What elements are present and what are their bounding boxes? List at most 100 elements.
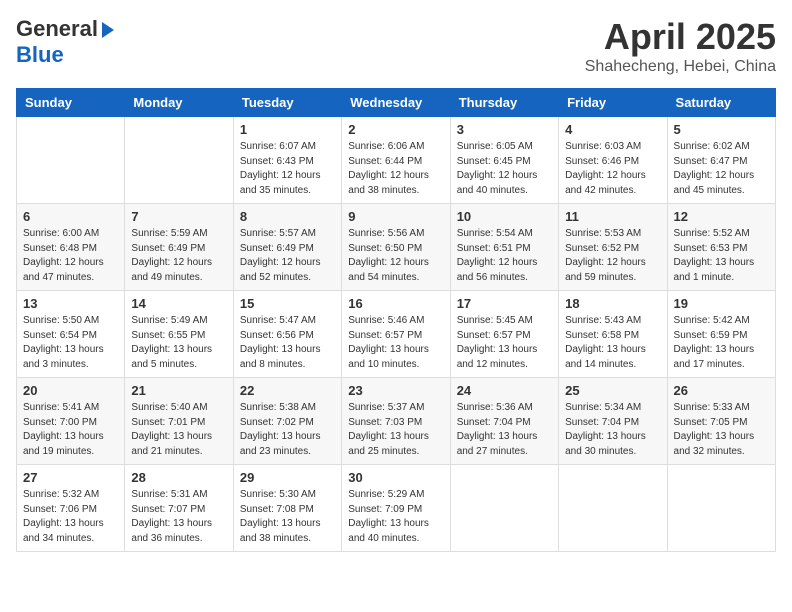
- day-number: 6: [23, 209, 118, 224]
- calendar-cell: [125, 117, 233, 204]
- calendar-cell: 12 Sunrise: 5:52 AM Sunset: 6:53 PM Dayli…: [667, 204, 775, 291]
- day-number: 12: [674, 209, 769, 224]
- day-number: 16: [348, 296, 443, 311]
- weekday-header-thursday: Thursday: [450, 89, 558, 117]
- day-info: Sunrise: 5:47 AM Sunset: 6:56 PM Dayligh…: [240, 314, 335, 372]
- day-info: Sunrise: 6:06 AM Sunset: 6:44 PM Dayligh…: [348, 140, 443, 198]
- day-number: 25: [565, 383, 660, 398]
- weekday-header-saturday: Saturday: [667, 89, 775, 117]
- location-subtitle: Shahecheng, Hebei, China: [585, 58, 776, 76]
- day-number: 17: [457, 296, 552, 311]
- day-number: 9: [348, 209, 443, 224]
- day-number: 20: [23, 383, 118, 398]
- day-info: Sunrise: 5:34 AM Sunset: 7:04 PM Dayligh…: [565, 401, 660, 459]
- calendar-table: SundayMondayTuesdayWednesdayThursdayFrid…: [16, 88, 776, 552]
- day-number: 15: [240, 296, 335, 311]
- day-number: 2: [348, 122, 443, 137]
- week-row-3: 13Sunrise: 5:50 AM Sunset: 6:54 PM Dayli…: [17, 291, 776, 378]
- day-number: 23: [348, 383, 443, 398]
- day-number: 3: [457, 122, 552, 137]
- calendar-cell: 22Sunrise: 5:38 AM Sunset: 7:02 PM Dayli…: [233, 378, 341, 465]
- weekday-header-friday: Friday: [559, 89, 667, 117]
- day-info: Sunrise: 5:42 AM Sunset: 6:59 PM Dayligh…: [674, 314, 769, 372]
- calendar-cell: 11Sunrise: 5:53 AM Sunset: 6:52 PM Dayli…: [559, 204, 667, 291]
- day-number: 1: [240, 122, 335, 137]
- day-number: 26: [674, 383, 769, 398]
- calendar-cell: 8 Sunrise: 5:57 AM Sunset: 6:49 PM Daylig…: [233, 204, 341, 291]
- calendar-cell: 6Sunrise: 6:00 AM Sunset: 6:48 PM Daylig…: [17, 204, 125, 291]
- logo-arrow-icon: [102, 22, 114, 38]
- calendar-cell: 4 Sunrise: 6:03 AM Sunset: 6:46 PM Daylig…: [559, 117, 667, 204]
- day-info: Sunrise: 5:36 AM Sunset: 7:04 PM Dayligh…: [457, 401, 552, 459]
- calendar-cell: 7 Sunrise: 5:59 AM Sunset: 6:49 PM Daylig…: [125, 204, 233, 291]
- calendar-cell: 2 Sunrise: 6:06 AM Sunset: 6:44 PM Daylig…: [342, 117, 450, 204]
- day-number: 7: [131, 209, 226, 224]
- calendar-cell: 30 Sunrise: 5:29 AM Sunset: 7:09 PM Dayli…: [342, 465, 450, 552]
- calendar-cell: 16Sunrise: 5:46 AM Sunset: 6:57 PM Dayli…: [342, 291, 450, 378]
- week-row-4: 20 Sunrise: 5:41 AM Sunset: 7:00 PM Dayli…: [17, 378, 776, 465]
- day-info: Sunrise: 5:45 AM Sunset: 6:57 PM Dayligh…: [457, 314, 552, 372]
- day-info: Sunrise: 5:33 AM Sunset: 7:05 PM Dayligh…: [674, 401, 769, 459]
- week-row-2: 6Sunrise: 6:00 AM Sunset: 6:48 PM Daylig…: [17, 204, 776, 291]
- calendar-cell: 15 Sunrise: 5:47 AM Sunset: 6:56 PM Dayli…: [233, 291, 341, 378]
- week-row-5: 27 Sunrise: 5:32 AM Sunset: 7:06 PM Dayli…: [17, 465, 776, 552]
- calendar-cell: 21Sunrise: 5:40 AM Sunset: 7:01 PM Dayli…: [125, 378, 233, 465]
- day-info: Sunrise: 5:32 AM Sunset: 7:06 PM Dayligh…: [23, 488, 118, 546]
- calendar-cell: 14 Sunrise: 5:49 AM Sunset: 6:55 PM Dayli…: [125, 291, 233, 378]
- calendar-cell: 5Sunrise: 6:02 AM Sunset: 6:47 PM Daylig…: [667, 117, 775, 204]
- weekday-header-row: SundayMondayTuesdayWednesdayThursdayFrid…: [17, 89, 776, 117]
- day-number: 21: [131, 383, 226, 398]
- calendar-cell: 10Sunrise: 5:54 AM Sunset: 6:51 PM Dayli…: [450, 204, 558, 291]
- calendar-cell: 26 Sunrise: 5:33 AM Sunset: 7:05 PM Dayli…: [667, 378, 775, 465]
- day-info: Sunrise: 5:57 AM Sunset: 6:49 PM Dayligh…: [240, 227, 335, 285]
- day-info: Sunrise: 6:03 AM Sunset: 6:46 PM Dayligh…: [565, 140, 660, 198]
- day-number: 14: [131, 296, 226, 311]
- day-info: Sunrise: 6:05 AM Sunset: 6:45 PM Dayligh…: [457, 140, 552, 198]
- calendar-cell: 27 Sunrise: 5:32 AM Sunset: 7:06 PM Dayli…: [17, 465, 125, 552]
- weekday-header-wednesday: Wednesday: [342, 89, 450, 117]
- day-info: Sunrise: 5:52 AM Sunset: 6:53 PM Dayligh…: [674, 227, 769, 285]
- logo-general: General: [16, 16, 98, 42]
- week-row-1: 1Sunrise: 6:07 AM Sunset: 6:43 PM Daylig…: [17, 117, 776, 204]
- logo: General Blue: [16, 16, 114, 68]
- calendar-cell: 1Sunrise: 6:07 AM Sunset: 6:43 PM Daylig…: [233, 117, 341, 204]
- day-info: Sunrise: 5:30 AM Sunset: 7:08 PM Dayligh…: [240, 488, 335, 546]
- calendar-cell: 18Sunrise: 5:43 AM Sunset: 6:58 PM Dayli…: [559, 291, 667, 378]
- calendar-cell: [450, 465, 558, 552]
- day-number: 5: [674, 122, 769, 137]
- calendar-cell: [17, 117, 125, 204]
- day-info: Sunrise: 5:59 AM Sunset: 6:49 PM Dayligh…: [131, 227, 226, 285]
- day-number: 24: [457, 383, 552, 398]
- day-info: Sunrise: 5:53 AM Sunset: 6:52 PM Dayligh…: [565, 227, 660, 285]
- month-title: April 2025: [585, 16, 776, 58]
- day-info: Sunrise: 5:50 AM Sunset: 6:54 PM Dayligh…: [23, 314, 118, 372]
- calendar-cell: 13Sunrise: 5:50 AM Sunset: 6:54 PM Dayli…: [17, 291, 125, 378]
- day-number: 30: [348, 470, 443, 485]
- calendar-cell: [667, 465, 775, 552]
- day-info: Sunrise: 5:41 AM Sunset: 7:00 PM Dayligh…: [23, 401, 118, 459]
- calendar-cell: [559, 465, 667, 552]
- day-info: Sunrise: 5:56 AM Sunset: 6:50 PM Dayligh…: [348, 227, 443, 285]
- day-number: 28: [131, 470, 226, 485]
- day-number: 27: [23, 470, 118, 485]
- calendar-cell: 17 Sunrise: 5:45 AM Sunset: 6:57 PM Dayli…: [450, 291, 558, 378]
- calendar-cell: 9 Sunrise: 5:56 AM Sunset: 6:50 PM Daylig…: [342, 204, 450, 291]
- day-number: 8: [240, 209, 335, 224]
- calendar-cell: 23Sunrise: 5:37 AM Sunset: 7:03 PM Dayli…: [342, 378, 450, 465]
- calendar-cell: 29 Sunrise: 5:30 AM Sunset: 7:08 PM Dayli…: [233, 465, 341, 552]
- day-number: 19: [674, 296, 769, 311]
- logo-blue: Blue: [16, 42, 64, 68]
- calendar-cell: 19 Sunrise: 5:42 AM Sunset: 6:59 PM Dayli…: [667, 291, 775, 378]
- page-header: General Blue April 2025 Shahecheng, Hebe…: [16, 16, 776, 76]
- calendar-cell: 3 Sunrise: 6:05 AM Sunset: 6:45 PM Daylig…: [450, 117, 558, 204]
- day-info: Sunrise: 5:38 AM Sunset: 7:02 PM Dayligh…: [240, 401, 335, 459]
- day-info: Sunrise: 5:31 AM Sunset: 7:07 PM Dayligh…: [131, 488, 226, 546]
- day-number: 29: [240, 470, 335, 485]
- day-info: Sunrise: 5:49 AM Sunset: 6:55 PM Dayligh…: [131, 314, 226, 372]
- weekday-header-monday: Monday: [125, 89, 233, 117]
- day-number: 4: [565, 122, 660, 137]
- day-number: 10: [457, 209, 552, 224]
- calendar-cell: 25 Sunrise: 5:34 AM Sunset: 7:04 PM Dayli…: [559, 378, 667, 465]
- weekday-header-tuesday: Tuesday: [233, 89, 341, 117]
- day-info: Sunrise: 5:29 AM Sunset: 7:09 PM Dayligh…: [348, 488, 443, 546]
